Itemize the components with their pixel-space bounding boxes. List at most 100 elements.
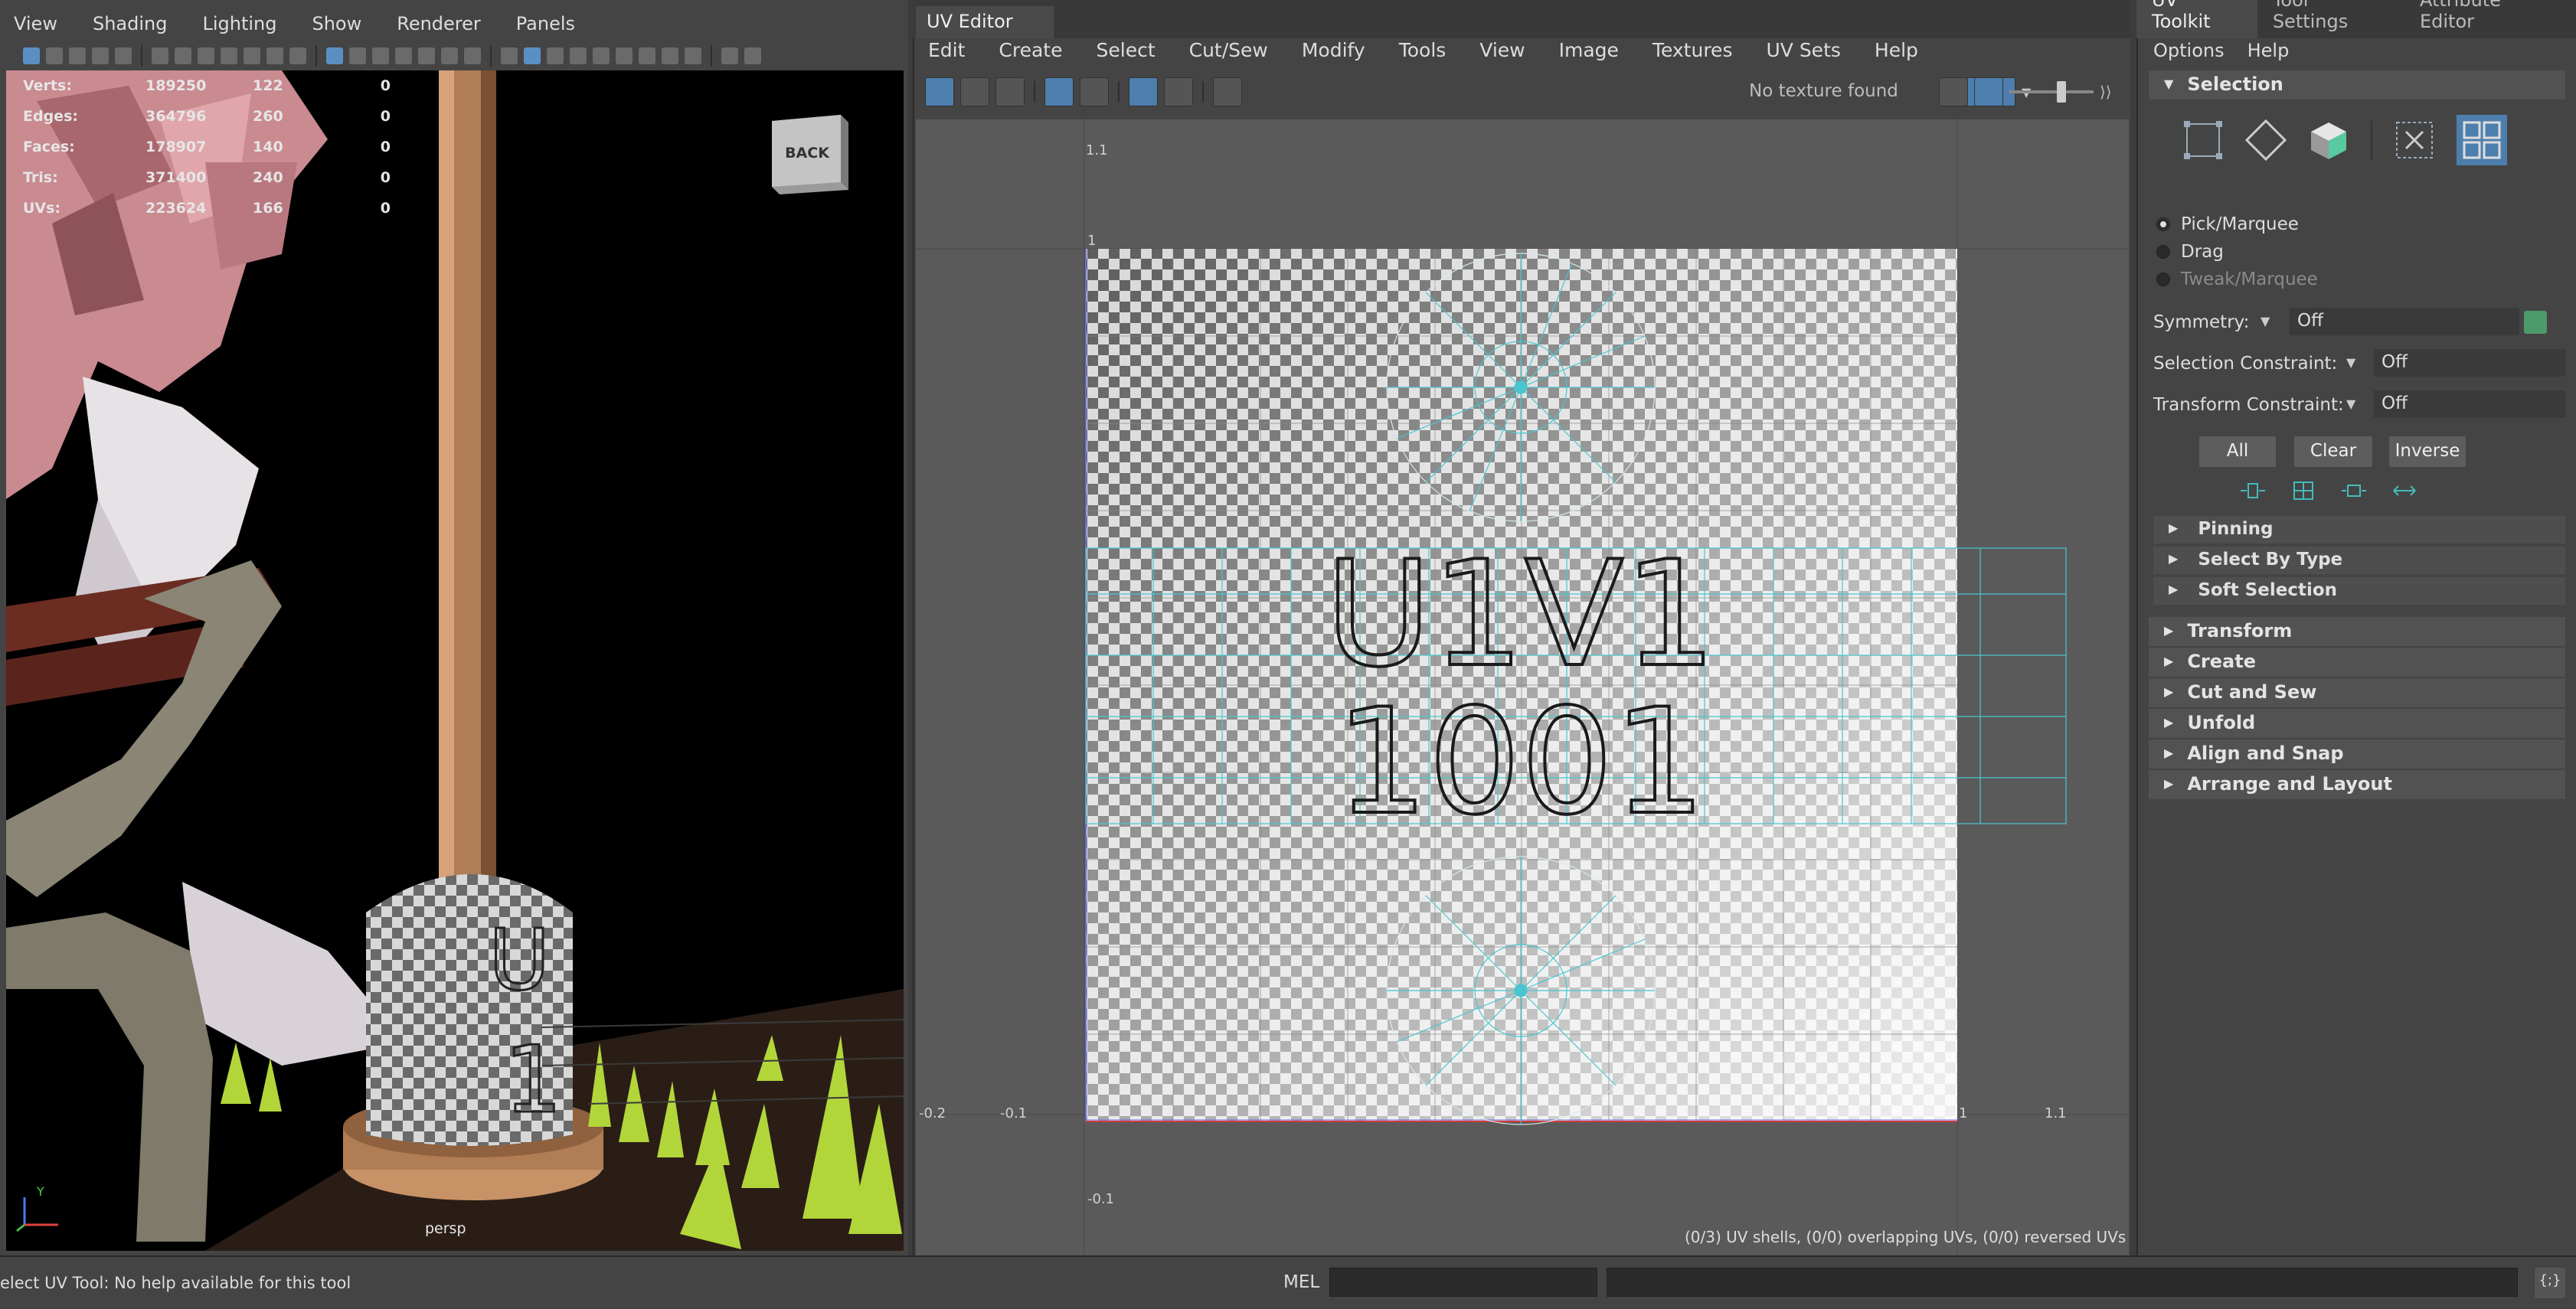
transform-constraint-value[interactable]: Off xyxy=(2374,390,2565,418)
tab-uv-toolkit[interactable]: UV Toolkit xyxy=(2136,0,2257,38)
command-input[interactable] xyxy=(1329,1268,1597,1297)
viewport-menu-renderer[interactable]: Renderer xyxy=(397,13,481,34)
uv-menu-uvsets[interactable]: UV Sets xyxy=(1766,39,1840,61)
image-plane-icon[interactable] xyxy=(115,47,132,64)
vertex-mode-icon[interactable] xyxy=(2182,119,2224,161)
grid-icon[interactable] xyxy=(326,47,343,64)
field-chart-icon[interactable] xyxy=(418,47,435,64)
camera-icon[interactable] xyxy=(152,47,168,64)
section-create[interactable]: ▶ Create xyxy=(2149,648,2565,677)
viewport-menu-shading[interactable]: Shading xyxy=(93,13,168,34)
shrink-along-loop-icon[interactable] xyxy=(2340,479,2368,502)
radio-drag[interactable]: Drag xyxy=(2156,242,2224,262)
uv-menu-textures[interactable]: Textures xyxy=(1652,39,1733,61)
uv-menu-create[interactable]: Create xyxy=(999,39,1062,61)
uv-shell-mode-icon[interactable] xyxy=(2457,115,2507,165)
symmetry-dropdown-icon[interactable]: ▼ xyxy=(2261,314,2270,328)
uv-menu-cutsew[interactable]: Cut/Sew xyxy=(1189,39,1268,61)
wireframe-on-shaded-icon[interactable] xyxy=(570,47,587,64)
exposure-reset-icon[interactable] xyxy=(1939,77,1968,106)
bookmark2-icon[interactable] xyxy=(221,47,237,64)
uv-snapshot-icon[interactable] xyxy=(1213,77,1242,106)
radio-button[interactable] xyxy=(2156,273,2170,286)
subsection-soft-selection[interactable]: ▶ Soft Selection xyxy=(2153,577,2565,605)
section-arrange-and-layout[interactable]: ▶ Arrange and Layout xyxy=(2149,770,2565,799)
grow-along-loop-icon[interactable] xyxy=(2391,479,2418,502)
toolbar-expand-icon[interactable]: ⟩⟩ xyxy=(2100,83,2112,101)
uv-menu-image[interactable]: Image xyxy=(1559,39,1619,61)
pan-zoom-icon[interactable] xyxy=(266,47,283,64)
symmetry-value[interactable]: Off xyxy=(2290,308,2519,335)
grow-selection-icon[interactable] xyxy=(2290,479,2317,502)
radio-pick-marquee[interactable]: Pick/Marquee xyxy=(2156,214,2299,234)
uv-menu-modify[interactable]: Modify xyxy=(1302,39,1365,61)
resolution-gate-icon[interactable] xyxy=(372,47,389,64)
viewport-menu-view[interactable]: View xyxy=(14,13,57,34)
symmetry-toggle-icon[interactable] xyxy=(2524,311,2547,334)
uv-stair-icon[interactable] xyxy=(995,77,1025,106)
lights-icon[interactable] xyxy=(639,47,655,64)
tab-attribute-editor[interactable]: Attribute Editor xyxy=(2404,0,2576,38)
transform-constraint-dropdown-icon[interactable]: ▼ xyxy=(2346,397,2355,411)
script-editor-icon[interactable]: {;} xyxy=(2535,1268,2565,1298)
selection-constraint-value[interactable]: Off xyxy=(2374,349,2565,377)
uv-menu-edit[interactable]: Edit xyxy=(928,39,965,61)
shrink-selection-icon[interactable] xyxy=(2239,479,2267,502)
toolkit-menu-help[interactable]: Help xyxy=(2247,40,2290,61)
smooth-shade-icon[interactable] xyxy=(524,47,541,64)
viewport-scene[interactable]: U 1 xyxy=(6,70,904,1251)
subsection-select-by-type[interactable]: ▶ Select By Type xyxy=(2153,547,2565,574)
bookmark-icon[interactable] xyxy=(92,47,109,64)
exposure-slider-handle[interactable] xyxy=(2057,81,2066,103)
radio-tweak-marquee[interactable]: Tweak/Marquee xyxy=(2156,269,2318,289)
xray-icon[interactable] xyxy=(593,47,610,64)
ambient-occlusion-icon[interactable] xyxy=(721,47,738,64)
uv-canvas[interactable]: U1V1 1001 1.1 1 -0.2 -0.1 1 1.1 -0.1 xyxy=(916,119,2129,1255)
script-language-label[interactable]: MEL xyxy=(1283,1272,1319,1292)
uv-menu-tools[interactable]: Tools xyxy=(1399,39,1447,61)
edge-mode-icon[interactable] xyxy=(2245,119,2287,161)
pencil-icon[interactable] xyxy=(244,47,260,64)
selection-constraint-dropdown-icon[interactable]: ▼ xyxy=(2346,355,2355,370)
wireframe-icon[interactable] xyxy=(501,47,518,64)
toolkit-menu-options[interactable]: Options xyxy=(2153,40,2225,61)
radio-button[interactable] xyxy=(2156,245,2170,259)
textured-icon[interactable] xyxy=(616,47,633,64)
safe-action-icon[interactable] xyxy=(441,47,458,64)
camera-attr-icon[interactable] xyxy=(69,47,86,64)
select-camera-icon[interactable] xyxy=(23,47,40,64)
isolate-icon[interactable] xyxy=(685,47,701,64)
view-cube[interactable]: BACK xyxy=(770,113,850,196)
snapshot-icon[interactable] xyxy=(198,47,214,64)
uv-pixel-snap-icon[interactable] xyxy=(1164,77,1193,106)
safe-title-icon[interactable] xyxy=(464,47,481,64)
exposure-slider[interactable] xyxy=(2009,81,2094,103)
viewport-menu-panels[interactable]: Panels xyxy=(516,13,575,34)
uv-grid-toggle-icon[interactable] xyxy=(1044,77,1074,106)
uv-mode-icon[interactable] xyxy=(2394,119,2435,161)
uv-snap-icon[interactable] xyxy=(1080,77,1109,106)
default-material-icon[interactable] xyxy=(547,47,564,64)
uv-menu-select[interactable]: Select xyxy=(1097,39,1156,61)
exposure-image-icon[interactable] xyxy=(1974,77,2003,106)
uv-shell-select-icon[interactable] xyxy=(925,77,954,106)
select-all-button[interactable]: All xyxy=(2199,436,2276,467)
section-unfold[interactable]: ▶ Unfold xyxy=(2149,709,2565,738)
radio-button[interactable] xyxy=(2156,217,2170,231)
viewport-menu-lighting[interactable]: Lighting xyxy=(202,13,276,34)
uv-green-shell-icon[interactable] xyxy=(960,77,989,106)
brush-icon[interactable] xyxy=(289,47,306,64)
uv-menu-view[interactable]: View xyxy=(1479,39,1525,61)
inverse-selection-button[interactable]: Inverse xyxy=(2389,436,2466,467)
section-align-and-snap[interactable]: ▶ Align and Snap xyxy=(2149,739,2565,769)
frame-icon[interactable] xyxy=(46,47,63,64)
tab-tool-settings[interactable]: Tool Settings xyxy=(2257,0,2404,38)
face-mode-icon[interactable] xyxy=(2308,119,2349,161)
gate-mask-icon[interactable] xyxy=(395,47,412,64)
motion-blur-icon[interactable] xyxy=(744,47,761,64)
film-gate-icon[interactable] xyxy=(349,47,366,64)
uv-menu-help[interactable]: Help xyxy=(1875,39,1918,61)
shadows-icon[interactable] xyxy=(662,47,678,64)
lock-camera-icon[interactable] xyxy=(175,47,191,64)
uv-checker-grid-icon[interactable] xyxy=(1129,77,1158,106)
